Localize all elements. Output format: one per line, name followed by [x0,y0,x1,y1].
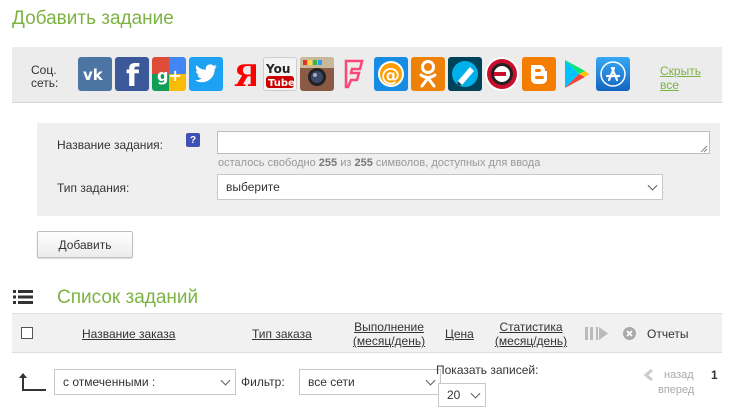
filter-select[interactable]: все сети [299,369,441,395]
chars-remaining-hint: осталось свободно 255 из 255 символов, д… [218,157,541,169]
pager-links: назад вперед [658,368,694,398]
arrow-up-icon [19,373,46,391]
chars-left-value: 255 [318,157,338,169]
task-table-header: Название заказа Тип заказа Выполнение (м… [12,313,722,353]
task-type-select[interactable]: выберите [217,174,663,200]
app-store-icon[interactable] [596,57,630,91]
task-name-label: Название задания: [57,138,163,152]
facebook-icon[interactable]: f [115,57,149,91]
list-icon [13,290,33,304]
chars-total-value: 255 [354,157,373,169]
google-play-icon[interactable] [559,57,593,91]
column-order-type[interactable]: Тип заказа [252,327,312,341]
current-page-number[interactable]: 1 [711,368,718,382]
ask-fm-icon[interactable] [485,57,519,91]
blogger-icon[interactable] [522,57,556,91]
task-type-value: выберите [226,180,280,194]
column-completion[interactable]: Выполнение (месяц/день) [352,320,426,348]
chevron-down-icon [647,180,658,191]
task-type-label: Тип задания: [57,181,130,195]
mail-ru-icon[interactable]: @ [374,57,408,91]
svg-text:Tube: Tube [268,78,295,89]
task-form-panel: Название задания: ? осталось свободно 25… [37,123,720,216]
filter-value: все сети [308,375,355,389]
help-icon[interactable]: ? [186,133,200,147]
column-statistics[interactable]: Статистика (месяц/день) [494,320,568,348]
pager-arrows-icon [643,368,653,382]
chevron-down-icon [220,375,231,386]
chevron-down-icon [470,388,481,399]
records-per-page-select[interactable]: 20 [438,383,486,407]
page-title: Добавить задание [12,8,174,29]
svg-text:g+: g+ [157,66,182,85]
pause-play-icon[interactable] [584,326,610,341]
social-label: Соц. сеть: [31,63,59,90]
filter-label: Фильтр: [241,375,285,389]
vkontakte-icon[interactable]: vk [78,57,112,91]
social-network-bar: Соц. сеть: vk f g+ Я You Tube @ Скрыть в… [12,47,722,103]
yandex-icon[interactable]: Я [226,57,260,91]
list-controls-bar: с отмеченными : Фильтр: все сети Показат… [12,363,732,413]
hide-all-link[interactable]: Скрыть все [660,64,708,92]
bulk-action-value: с отмеченными : [63,375,156,389]
svg-text:You: You [265,62,290,76]
social-icons-list: vk f g+ Я You Tube @ [78,57,630,91]
reports-label[interactable]: Отчеты [647,327,688,341]
bulk-action-select[interactable]: с отмеченными : [54,369,236,395]
svg-text:f: f [126,59,140,89]
youtube-icon[interactable]: You Tube [263,57,297,91]
column-order-name[interactable]: Название заказа [82,327,175,341]
column-price[interactable]: Цена [445,327,474,341]
pager-next-link[interactable]: вперед [658,383,694,398]
odnoklassniki-icon[interactable] [411,57,445,91]
svg-text:Я: Я [234,59,256,90]
records-per-page-value: 20 [447,388,461,402]
twitter-icon[interactable] [189,57,223,91]
add-task-button[interactable]: Добавить [37,231,133,258]
svg-text:vk: vk [83,66,104,82]
records-per-page-label: Показать записей: [436,363,539,377]
foursquare-icon[interactable] [337,57,371,91]
svg-text:@: @ [381,64,400,86]
instagram-icon[interactable] [300,57,334,91]
task-list-title: Список заданий [57,287,199,308]
resize-grip-icon[interactable] [700,145,708,153]
livejournal-icon[interactable] [448,57,482,91]
delete-icon[interactable] [623,327,636,340]
pager-prev-link[interactable]: назад [664,368,694,383]
google-plus-icon[interactable]: g+ [152,57,186,91]
select-all-checkbox[interactable] [21,327,33,339]
task-name-input[interactable] [217,131,710,154]
chevron-down-icon [425,375,436,386]
